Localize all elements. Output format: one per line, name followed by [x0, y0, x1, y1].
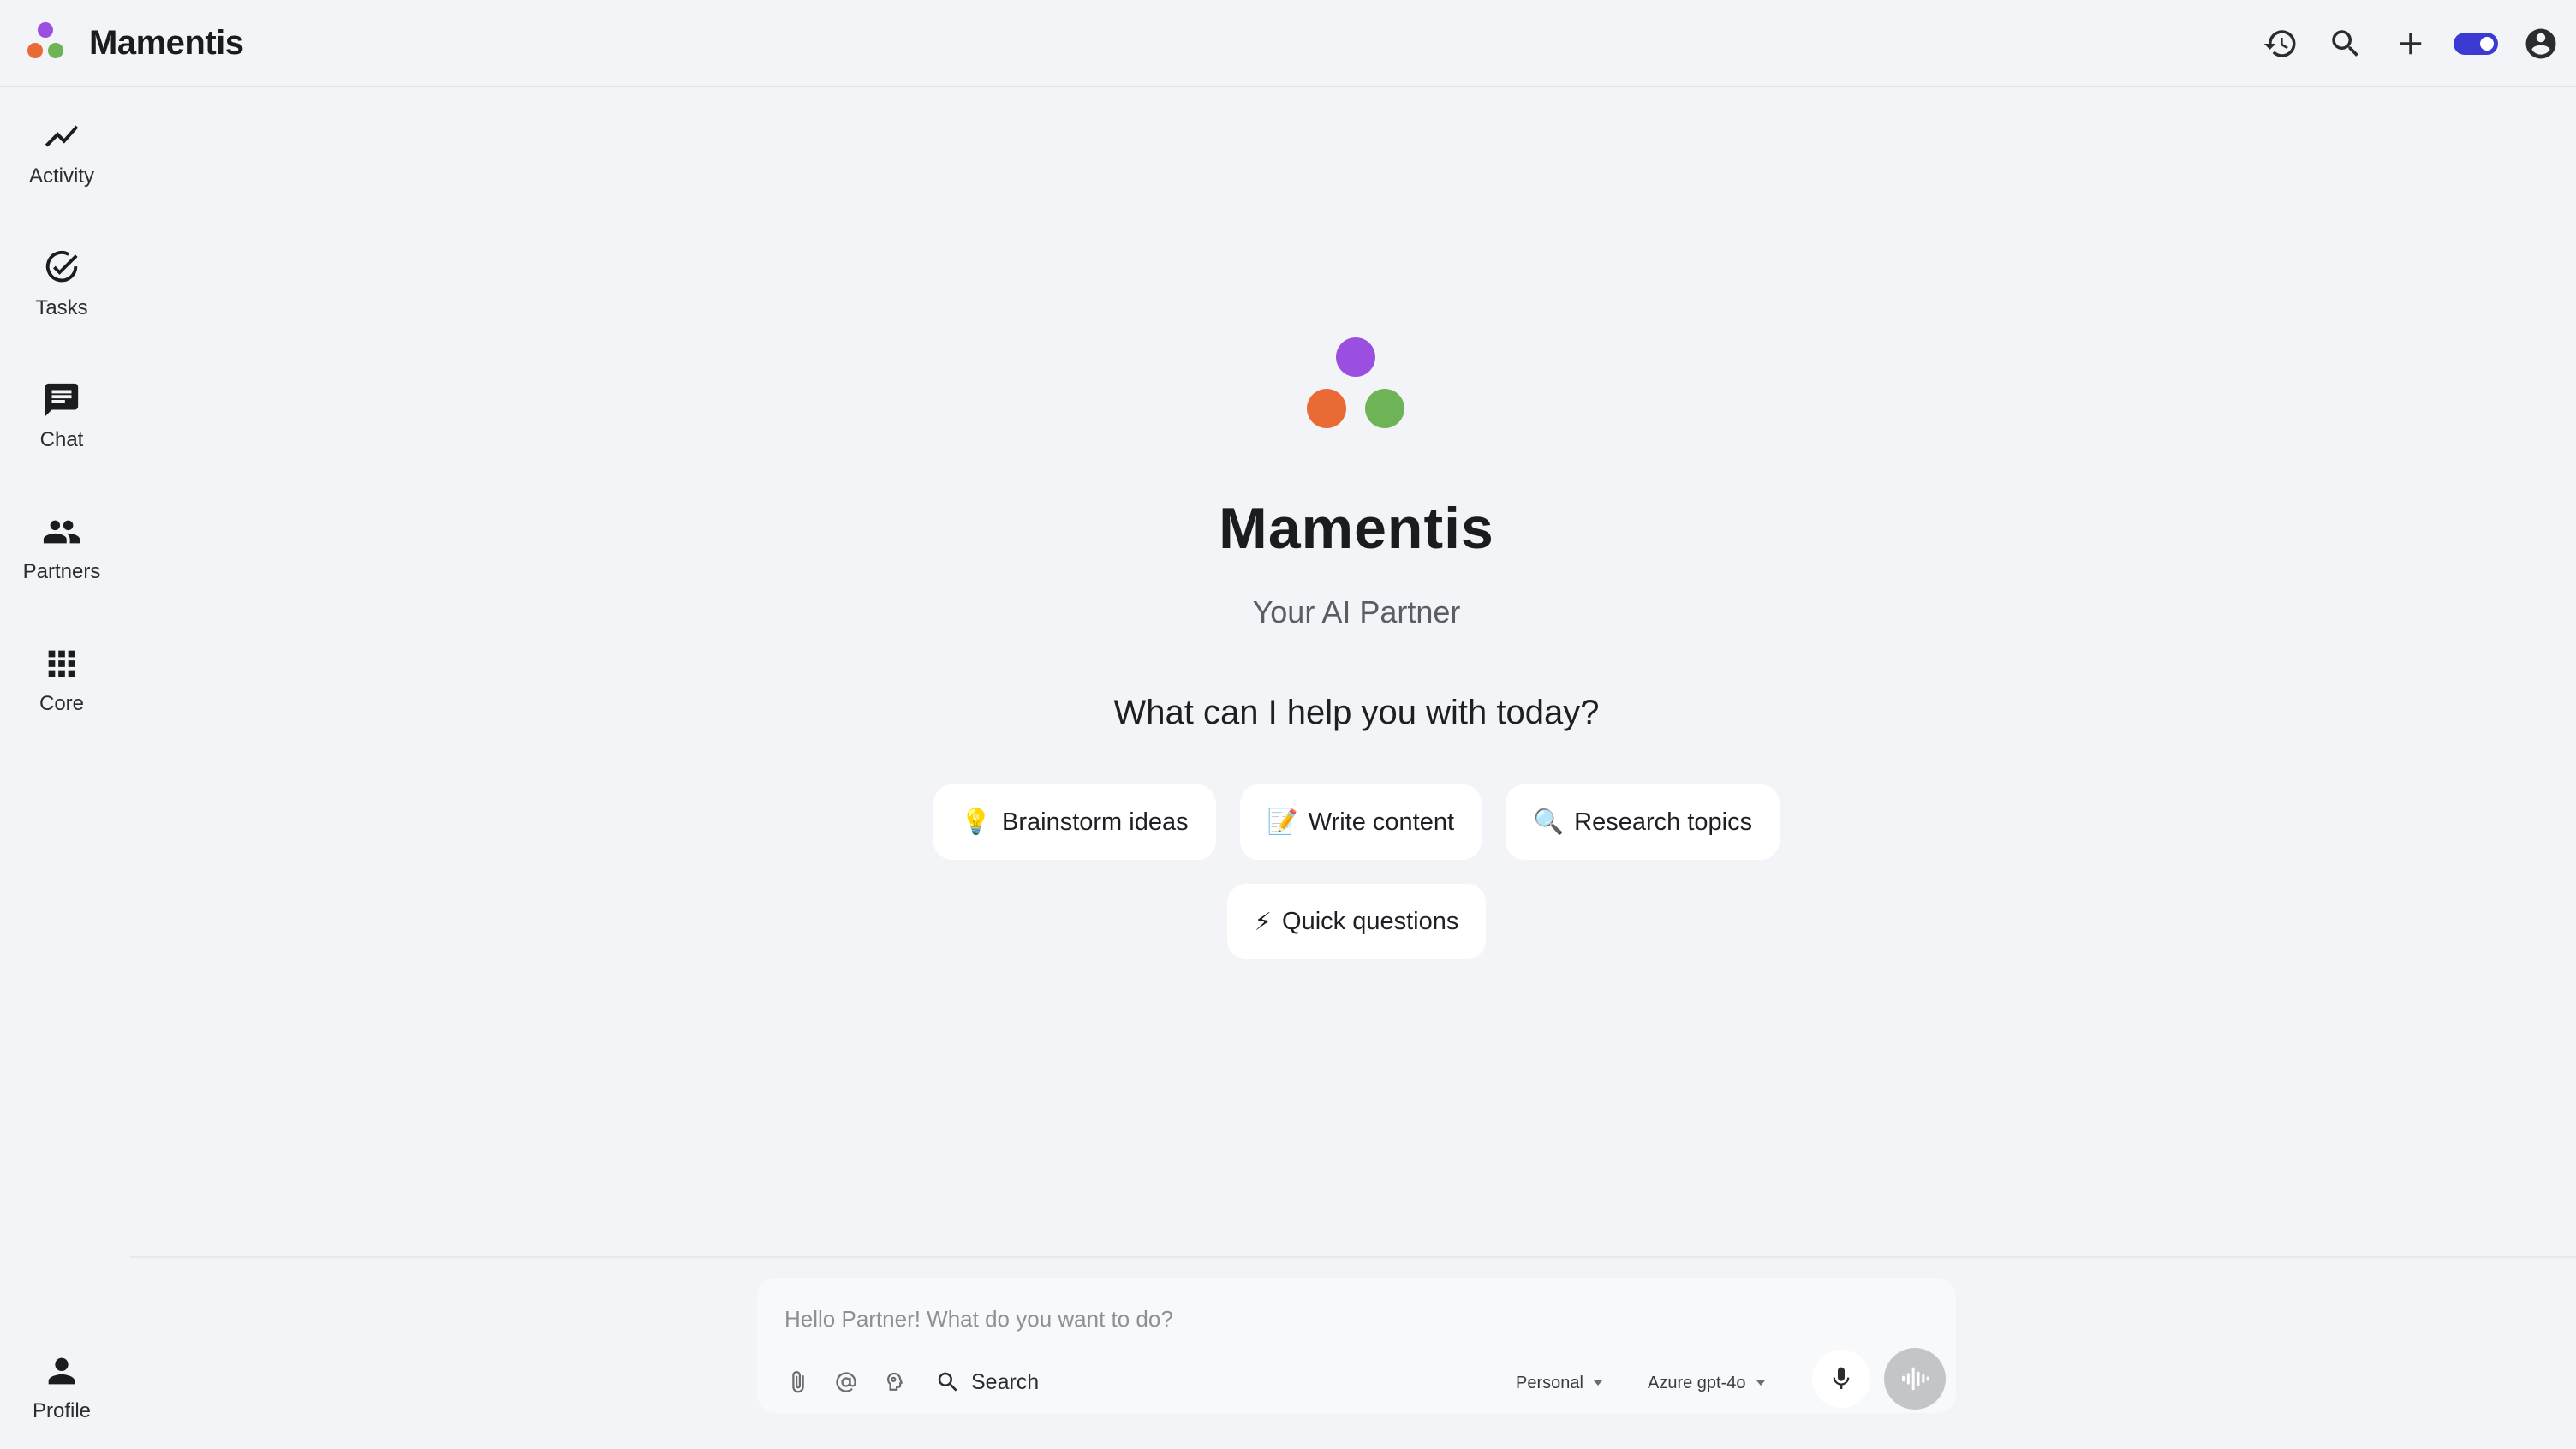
- suggestion-label: Quick questions: [1282, 907, 1459, 935]
- search-icon: [938, 1372, 957, 1392]
- toggle-switch[interactable]: [2454, 33, 2498, 55]
- memo-icon: 📝: [1267, 808, 1298, 836]
- brain-icon: [886, 1372, 903, 1391]
- person-icon: [48, 1357, 75, 1385]
- microphone-icon: [1833, 1367, 1850, 1389]
- search-button[interactable]: [2321, 19, 2370, 69]
- sidebar-item-label: Profile: [32, 1399, 92, 1422]
- sidebar-item-chat[interactable]: Chat: [0, 365, 123, 468]
- sidebar-item-profile[interactable]: Profile: [0, 1336, 123, 1439]
- header-actions: [2240, 19, 2566, 69]
- hero-question: What can I help you with today?: [1113, 694, 1600, 731]
- suggestion-brainstorm-button[interactable]: 💡 Brainstorm ideas: [933, 784, 1216, 860]
- sidebar-item-label: Tasks: [35, 296, 88, 319]
- search-icon: [2332, 30, 2358, 57]
- lightbulb-icon: 💡: [960, 808, 993, 836]
- suggestion-row: ⚡ Quick questions: [0, 884, 2576, 959]
- lightning-icon: ⚡: [1254, 908, 1273, 936]
- model-select[interactable]: Azure gpt-4o: [1648, 1367, 1765, 1399]
- activity-chart-icon: [45, 125, 79, 147]
- message-input[interactable]: [784, 1298, 1812, 1339]
- check-circle-icon: [45, 250, 78, 283]
- brain-button[interactable]: [877, 1365, 911, 1399]
- model-select-value: Azure gpt-4o: [1648, 1373, 1746, 1392]
- chat-bubble-icon: [45, 383, 79, 417]
- new-button[interactable]: [2386, 19, 2436, 69]
- history-icon: [2263, 30, 2296, 57]
- suggestion-label: Write content: [1308, 808, 1455, 836]
- sidebar-item-label: Activity: [28, 164, 94, 188]
- theme-toggle[interactable]: [2451, 19, 2501, 69]
- suggestion-label: Research topics: [1574, 808, 1753, 836]
- top-bar: Mamentis: [0, 0, 2576, 87]
- suggestion-row: 💡 Brainstorm ideas 📝 Write content 🔍 Res…: [0, 784, 2576, 860]
- sidebar: Activity Tasks Chat Partners Core Profil…: [0, 89, 123, 1449]
- chevron-down-icon: [1593, 1380, 1602, 1386]
- mode-select-value: Personal: [1516, 1373, 1583, 1392]
- hero-subtitle: Your AI Partner: [1252, 594, 1461, 629]
- grid-icon: [48, 650, 75, 677]
- suggestion-research-button[interactable]: 🔍 Research topics: [1506, 784, 1780, 860]
- composer-divider: [130, 1256, 2576, 1258]
- chat-composer: Search Personal Azure gpt-4o: [757, 1278, 1956, 1413]
- sidebar-item-label: Partners: [22, 560, 101, 583]
- mode-select[interactable]: Personal: [1516, 1367, 1602, 1399]
- chevron-down-icon: [1756, 1380, 1765, 1386]
- history-button[interactable]: [2256, 19, 2305, 69]
- app-title: Mamentis: [89, 23, 244, 62]
- paperclip-icon: [792, 1371, 804, 1393]
- mention-button[interactable]: [829, 1365, 863, 1399]
- hero-logo-icon: [1305, 337, 1406, 430]
- magnifier-icon: 🔍: [1533, 808, 1565, 836]
- sidebar-item-activity[interactable]: Activity: [0, 101, 123, 204]
- at-sign-icon: [836, 1372, 856, 1392]
- web-search-label: Search: [971, 1369, 1040, 1394]
- microphone-button[interactable]: [1812, 1350, 1870, 1408]
- web-search-button[interactable]: Search: [935, 1363, 1039, 1401]
- suggestion-write-button[interactable]: 📝 Write content: [1239, 784, 1482, 860]
- attach-button[interactable]: [781, 1365, 815, 1399]
- sidebar-item-tasks[interactable]: Tasks: [0, 233, 123, 336]
- account-button[interactable]: [2516, 19, 2566, 69]
- suggestion-label: Brainstorm ideas: [1002, 808, 1189, 836]
- mamentis-logo-icon: [26, 22, 67, 63]
- hero-title: Mamentis: [1219, 496, 1494, 561]
- brand[interactable]: Mamentis: [26, 22, 244, 63]
- voice-mode-button[interactable]: [1884, 1348, 1946, 1410]
- suggestion-quick-button[interactable]: ⚡ Quick questions: [1226, 884, 1487, 959]
- plus-icon: [2400, 33, 2422, 55]
- sidebar-item-label: Chat: [39, 428, 84, 451]
- account-circle-icon: [2525, 28, 2556, 59]
- audio-waveform-icon: [1902, 1367, 1929, 1391]
